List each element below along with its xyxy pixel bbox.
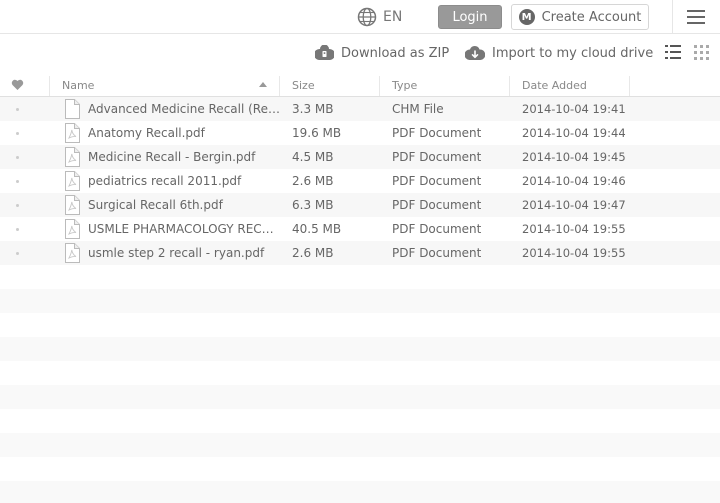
list-view-icon[interactable] bbox=[665, 45, 681, 59]
column-divider bbox=[49, 76, 50, 96]
file-date-added: 2014-10-04 19:46 bbox=[522, 174, 626, 188]
date-column-header[interactable]: Date Added bbox=[522, 73, 587, 97]
file-name: pediatrics recall 2011.pdf bbox=[88, 174, 242, 188]
file-date-added: 2014-10-04 19:45 bbox=[522, 150, 626, 164]
file-name: Advanced Medicine Recall (Recall… bbox=[88, 102, 280, 116]
empty-row bbox=[0, 409, 720, 433]
pdf-file-icon bbox=[64, 147, 80, 167]
empty-row bbox=[0, 337, 720, 361]
sort-ascending-icon bbox=[259, 82, 267, 87]
language-selector[interactable]: EN bbox=[357, 6, 402, 28]
file-type: PDF Document bbox=[392, 150, 482, 164]
pdf-file-icon bbox=[64, 123, 80, 143]
favourite-dot-icon[interactable] bbox=[16, 132, 19, 135]
language-label: EN bbox=[383, 9, 403, 25]
file-row[interactable]: USMLE PHARMACOLOGY RECALL.… 40.5 MB PDF Do… bbox=[0, 217, 720, 241]
empty-row bbox=[0, 433, 720, 457]
file-type: PDF Document bbox=[392, 198, 482, 212]
file-name: Anatomy Recall.pdf bbox=[88, 126, 205, 140]
file-type: PDF Document bbox=[392, 126, 482, 140]
column-divider bbox=[509, 76, 510, 96]
file-name: USMLE PHARMACOLOGY RECALL.… bbox=[88, 222, 280, 236]
empty-row bbox=[0, 313, 720, 337]
file-size: 2.6 MB bbox=[292, 174, 334, 188]
file-size: 4.5 MB bbox=[292, 150, 334, 164]
mega-logo-icon: M bbox=[518, 9, 535, 25]
favourite-dot-icon[interactable] bbox=[16, 252, 19, 255]
file-date-added: 2014-10-04 19:55 bbox=[522, 246, 626, 260]
heart-icon bbox=[11, 79, 24, 90]
empty-row bbox=[0, 289, 720, 313]
file-type: PDF Document bbox=[392, 174, 482, 188]
file-date-added: 2014-10-04 19:41 bbox=[522, 102, 626, 116]
file-type: PDF Document bbox=[392, 246, 482, 260]
favourite-dot-icon[interactable] bbox=[16, 156, 19, 159]
file-size: 19.6 MB bbox=[292, 126, 342, 140]
file-date-added: 2014-10-04 19:44 bbox=[522, 126, 626, 140]
empty-row bbox=[0, 361, 720, 385]
type-column-header[interactable]: Type bbox=[392, 73, 417, 97]
file-row[interactable]: Anatomy Recall.pdf 19.6 MB PDF Document 201… bbox=[0, 121, 720, 145]
favourite-dot-icon[interactable] bbox=[16, 180, 19, 183]
file-type: PDF Document bbox=[392, 222, 482, 236]
column-divider bbox=[279, 76, 280, 96]
top-header: EN Login M Create Account bbox=[0, 0, 720, 34]
create-account-button[interactable]: M Create Account bbox=[511, 4, 649, 30]
column-divider bbox=[629, 76, 630, 96]
file-size: 6.3 MB bbox=[292, 198, 334, 212]
file-row[interactable]: usmle step 2 recall - ryan.pdf 2.6 MB PDF … bbox=[0, 241, 720, 265]
file-name: Surgical Recall 6th.pdf bbox=[88, 198, 223, 212]
import-cloud-button[interactable]: Import to my cloud drive bbox=[465, 43, 653, 63]
empty-row bbox=[0, 481, 720, 503]
create-account-label: Create Account bbox=[541, 9, 642, 25]
size-column-header[interactable]: Size bbox=[292, 73, 315, 97]
column-divider bbox=[379, 76, 380, 96]
file-type: CHM File bbox=[392, 102, 444, 116]
file-list: Advanced Medicine Recall (Recall… 3.3 MB C… bbox=[0, 97, 720, 503]
file-name: Medicine Recall - Bergin.pdf bbox=[88, 150, 256, 164]
file-size: 2.6 MB bbox=[292, 246, 334, 260]
file-size: 3.3 MB bbox=[292, 102, 334, 116]
favourite-dot-icon[interactable] bbox=[16, 108, 19, 111]
file-date-added: 2014-10-04 19:55 bbox=[522, 222, 626, 236]
favourite-dot-icon[interactable] bbox=[16, 204, 19, 207]
file-name: usmle step 2 recall - ryan.pdf bbox=[88, 246, 265, 260]
cloud-import-icon bbox=[465, 46, 485, 60]
empty-row bbox=[0, 457, 720, 481]
download-zip-button[interactable]: Download as ZIP bbox=[315, 43, 449, 63]
globe-icon bbox=[357, 7, 377, 27]
header-divider bbox=[672, 0, 673, 34]
grid-view-icon[interactable] bbox=[694, 45, 709, 60]
empty-row bbox=[0, 385, 720, 409]
empty-row bbox=[0, 265, 720, 289]
pdf-file-icon bbox=[64, 195, 80, 215]
zip-download-icon bbox=[315, 45, 334, 60]
import-cloud-label: Import to my cloud drive bbox=[492, 45, 654, 61]
generic-file-icon bbox=[64, 99, 80, 119]
file-row[interactable]: pediatrics recall 2011.pdf 2.6 MB PDF Docu… bbox=[0, 169, 720, 193]
favourite-dot-icon[interactable] bbox=[16, 228, 19, 231]
download-zip-label: Download as ZIP bbox=[341, 45, 450, 61]
pdf-file-icon bbox=[64, 171, 80, 191]
hamburger-menu-icon[interactable] bbox=[687, 10, 705, 24]
pdf-file-icon bbox=[64, 219, 80, 239]
file-row[interactable]: Advanced Medicine Recall (Recall… 3.3 MB C… bbox=[0, 97, 720, 121]
login-button[interactable]: Login bbox=[438, 5, 502, 29]
pdf-file-icon bbox=[64, 243, 80, 263]
file-size: 40.5 MB bbox=[292, 222, 342, 236]
file-table-header: Name Size Type Date Added bbox=[0, 73, 720, 97]
favourite-column-header[interactable] bbox=[11, 73, 24, 97]
file-toolbar: Download as ZIP Import to my cloud drive bbox=[0, 35, 720, 71]
name-column-header[interactable]: Name bbox=[62, 73, 94, 97]
file-row[interactable]: Surgical Recall 6th.pdf 6.3 MB PDF Documen… bbox=[0, 193, 720, 217]
file-date-added: 2014-10-04 19:47 bbox=[522, 198, 626, 212]
file-row[interactable]: Medicine Recall - Bergin.pdf 4.5 MB PDF Do… bbox=[0, 145, 720, 169]
